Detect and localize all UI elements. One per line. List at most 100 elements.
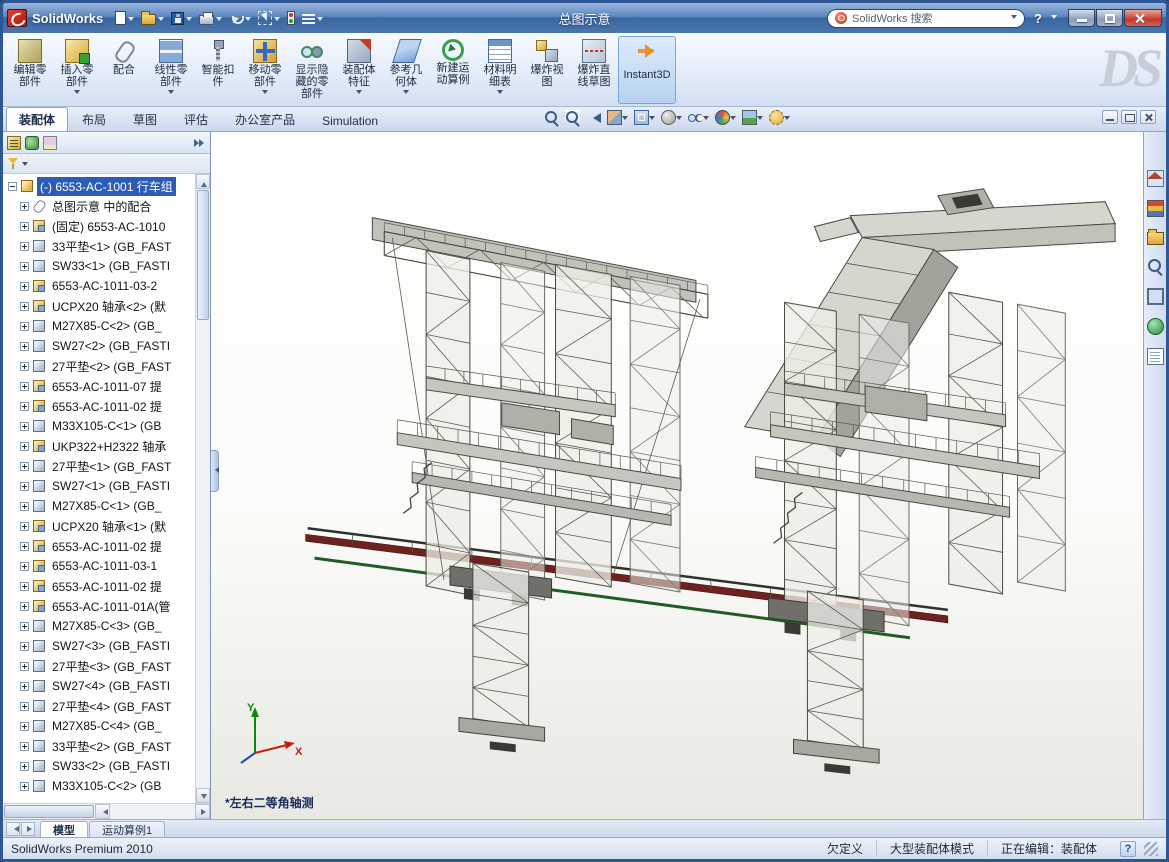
- expand-box-icon[interactable]: [20, 582, 29, 591]
- ribbon-button-show-hidden[interactable]: 显示隐藏的零部件: [289, 36, 335, 104]
- expand-box-icon[interactable]: [20, 422, 29, 431]
- chevron-down-icon[interactable]: [649, 116, 655, 123]
- scrollbar-track[interactable]: [196, 321, 210, 788]
- propertymanager-icon[interactable]: [25, 136, 39, 150]
- resize-grip[interactable]: [1144, 842, 1158, 856]
- zoom-area-button[interactable]: [564, 109, 581, 126]
- design-library-icon[interactable]: [1147, 200, 1164, 217]
- chevron-down-icon[interactable]: [403, 90, 409, 97]
- graphics-viewport[interactable]: Y X *左右二等角轴测: [211, 132, 1143, 819]
- expand-box-icon[interactable]: [20, 782, 29, 791]
- close-button[interactable]: [1124, 9, 1162, 27]
- ribbon-button-smart-fastener[interactable]: 智能扣件: [195, 36, 241, 104]
- tree-item[interactable]: UCPX20 轴承<1> (默: [3, 516, 195, 536]
- tree-item[interactable]: 6553-AC-1011-03-1: [3, 556, 195, 576]
- tree-item[interactable]: SW33<1> (GB_FASTI: [3, 256, 195, 276]
- ribbon-button-exploded-view[interactable]: 爆炸视图: [524, 36, 570, 104]
- ribbon-button-motion-study[interactable]: 新建运动算例: [430, 36, 476, 104]
- maximize-button[interactable]: [1096, 9, 1123, 27]
- view-palette-icon[interactable]: [1147, 288, 1164, 305]
- view-orientation-button[interactable]: [633, 109, 656, 126]
- expand-box-icon[interactable]: [20, 622, 29, 631]
- document-minimize-button[interactable]: [1102, 110, 1118, 124]
- chevron-down-icon[interactable]: [703, 116, 709, 123]
- tab-scroll-right-button[interactable]: [21, 822, 35, 836]
- scroll-right-button[interactable]: [195, 804, 210, 819]
- tab-装配体[interactable]: 装配体: [6, 107, 68, 131]
- save-button[interactable]: [169, 10, 194, 27]
- scrollbar-thumb[interactable]: [197, 190, 209, 320]
- expand-box-icon[interactable]: [20, 222, 29, 231]
- double-chevron-right-icon[interactable]: [194, 137, 206, 149]
- tree-item[interactable]: UCPX20 轴承<2> (默: [3, 296, 195, 316]
- expand-box-icon[interactable]: [20, 542, 29, 551]
- tab-办公室产品[interactable]: 办公室产品: [222, 107, 308, 131]
- expand-box-icon[interactable]: [20, 702, 29, 711]
- chevron-down-icon[interactable]: [74, 90, 80, 97]
- tree-item[interactable]: M27X85-C<1> (GB_: [3, 496, 195, 516]
- expand-box-icon[interactable]: [20, 242, 29, 251]
- scroll-up-button[interactable]: [196, 174, 210, 189]
- tab-scroll-left-button[interactable]: [6, 822, 20, 836]
- tree-item[interactable]: 27平垫<1> (GB_FAST: [3, 456, 195, 476]
- chevron-down-icon[interactable]: [245, 17, 251, 24]
- status-help-button[interactable]: ?: [1120, 841, 1136, 857]
- previous-view-button[interactable]: [585, 109, 602, 126]
- document-close-button[interactable]: [1140, 110, 1156, 124]
- options-button[interactable]: [300, 10, 325, 27]
- select-button[interactable]: [256, 9, 282, 27]
- ribbon-button-move-component[interactable]: 移动零部件: [242, 36, 288, 104]
- panel-splitter-box[interactable]: [4, 805, 94, 818]
- tree-item[interactable]: M27X85-C<4> (GB_: [3, 716, 195, 736]
- expand-box-icon[interactable]: [20, 382, 29, 391]
- chevron-down-icon[interactable]: [168, 90, 174, 97]
- chevron-down-icon[interactable]: [216, 17, 222, 24]
- hide-show-items-button[interactable]: [687, 109, 710, 126]
- ribbon-button-mate[interactable]: 配合: [101, 36, 147, 104]
- tree-item[interactable]: 6553-AC-1011-02 提: [3, 396, 195, 416]
- chevron-down-icon[interactable]: [1051, 15, 1057, 22]
- new-document-button[interactable]: [113, 9, 136, 27]
- tree-item[interactable]: M33X105-C<1> (GB: [3, 416, 195, 436]
- tree-item[interactable]: SW27<3> (GB_FASTI: [3, 636, 195, 656]
- expand-box-icon[interactable]: [20, 562, 29, 571]
- expand-box-icon[interactable]: [20, 362, 29, 371]
- model-3d-view[interactable]: [211, 132, 1143, 819]
- chevron-down-icon[interactable]: [497, 90, 503, 97]
- tree-vertical-scrollbar[interactable]: [195, 174, 210, 803]
- expand-box-icon[interactable]: [20, 462, 29, 471]
- tree-item[interactable]: 6553-AC-1011-07 提: [3, 376, 195, 396]
- undo-button[interactable]: [227, 10, 253, 26]
- scroll-left-button[interactable]: [95, 804, 110, 819]
- tab-评估[interactable]: 评估: [171, 107, 221, 131]
- tree-item[interactable]: UKP322+H2322 轴承: [3, 436, 195, 456]
- chevron-down-icon[interactable]: [1011, 15, 1017, 22]
- edit-appearance-button[interactable]: [714, 109, 737, 126]
- ribbon-button-bom[interactable]: 材料明细表: [477, 36, 523, 104]
- solidworks-resources-icon[interactable]: [1147, 170, 1164, 187]
- expand-box-icon[interactable]: [20, 442, 29, 451]
- tree-item[interactable]: (-) 6553-AC-1001 行车组: [3, 176, 195, 196]
- chevron-down-icon[interactable]: [622, 116, 628, 123]
- ribbon-button-reference-geometry[interactable]: 参考几何体: [383, 36, 429, 104]
- expand-box-icon[interactable]: [20, 202, 29, 211]
- open-button[interactable]: [139, 9, 166, 27]
- tree-item[interactable]: (固定) 6553-AC-1010: [3, 216, 195, 236]
- expand-box-icon[interactable]: [20, 502, 29, 511]
- expand-box-icon[interactable]: [20, 302, 29, 311]
- chevron-down-icon[interactable]: [274, 17, 280, 24]
- apply-scene-button[interactable]: [741, 109, 764, 126]
- tree-item[interactable]: 27平垫<4> (GB_FAST: [3, 696, 195, 716]
- tree-item[interactable]: 6553-AC-1011-02 提: [3, 536, 195, 556]
- bottom-tab-模型[interactable]: 模型: [40, 821, 88, 837]
- expand-box-icon[interactable]: [20, 262, 29, 271]
- chevron-down-icon[interactable]: [317, 17, 323, 24]
- featuremanager-tree-icon[interactable]: [7, 136, 21, 150]
- tab-布局[interactable]: 布局: [69, 107, 119, 131]
- tree-item[interactable]: M27X85-C<2> (GB_: [3, 316, 195, 336]
- tree-item[interactable]: 6553-AC-1011-01A(管: [3, 596, 195, 616]
- filter-funnel-icon[interactable]: [7, 157, 20, 170]
- tab-草图[interactable]: 草图: [120, 107, 170, 131]
- expand-box-icon[interactable]: [20, 662, 29, 671]
- tree-item[interactable]: SW33<2> (GB_FASTI: [3, 756, 195, 776]
